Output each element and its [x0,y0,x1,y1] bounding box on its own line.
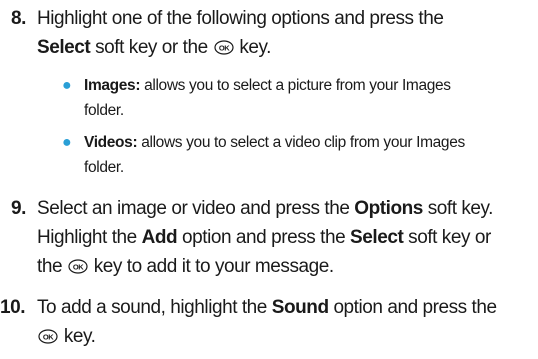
step-text: key. [59,326,96,347]
option-name-sound: Sound [271,297,329,318]
step-line: Highlight the Add option and press the S… [37,223,537,252]
bullet-dot-icon: ● [62,134,72,151]
step-body: Select an image or video and press the O… [37,194,537,281]
bullet-term: Videos: [84,134,138,151]
ok-key-icon: OK [68,259,88,274]
step-body: Highlight one of the following options a… [37,4,537,62]
step-text: option and press the [328,297,497,318]
step-line: OK key. [37,322,537,351]
step-text: soft key. [422,198,494,219]
step-body: To add a sound, highlight the Sound opti… [37,293,537,351]
ok-key-icon: OK [38,329,58,344]
key-name-select: Select [350,227,404,248]
step-text: key to add it to your message. [88,256,334,277]
step-text: soft key or the [90,37,213,58]
step-number: 9. [11,198,26,219]
key-name-options: Options [354,198,423,219]
step-text: soft key or [403,227,491,248]
step-line: Select soft key or the OK key. [37,33,537,62]
bullet-dot-icon: ● [62,77,72,94]
key-name-select: Select [37,37,91,58]
step-line: the OK key to add it to your message. [37,252,537,281]
ok-key-icon: OK [213,40,234,55]
svg-text:OK: OK [73,262,84,271]
step-line: Highlight one of the following options a… [37,4,537,33]
bullet-term: Images: [84,77,141,94]
bullet-desc: folder. [84,159,124,176]
step-text: Highlight the [37,227,142,248]
step-number: 10. [0,297,26,318]
step-text: key. [234,37,271,58]
option-name-add: Add [141,227,178,248]
step-text: To add a sound, highlight the [37,297,272,318]
step-text: option and press the [177,227,351,248]
svg-text:OK: OK [43,332,54,341]
step-line: Select an image or video and press the O… [37,194,537,223]
bullet-desc: allows you to select a video clip from y… [137,134,465,151]
bullet-text: Videos: allows you to select a video cli… [84,130,534,180]
step-text: Select an image or video and press the [37,198,355,219]
bullet-text: Images: allows you to select a picture f… [84,73,534,123]
svg-text:OK: OK [218,43,229,52]
step-number: 8. [11,8,26,29]
step-text: Highlight one of the following options a… [37,8,444,29]
step-text: the [37,256,67,277]
bullet-desc: folder. [84,102,124,119]
manual-page: 8. Highlight one of the following option… [0,0,538,359]
step-line: To add a sound, highlight the Sound opti… [37,293,537,322]
bullet-desc: allows you to select a picture from your… [140,77,451,94]
